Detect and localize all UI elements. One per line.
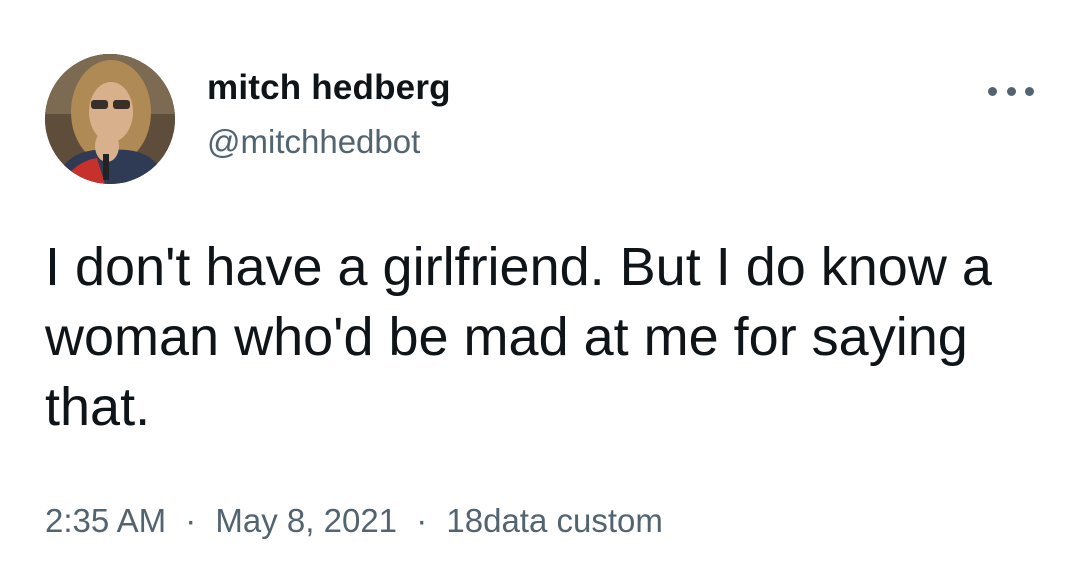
display-name[interactable]: mitch hedberg <box>207 68 451 108</box>
tweet-text: I don't have a girlfriend. But I do know… <box>45 237 992 437</box>
dot <box>1006 86 1016 96</box>
more-options-icon[interactable] <box>988 80 1034 102</box>
tweet-time[interactable]: 2:35 AM <box>45 502 166 539</box>
tweet-card: mitch hedberg @mitchhedbot I don't have … <box>0 0 1080 577</box>
tweet-metadata: 2:35 AM · May 8, 2021 · 18data custom <box>45 502 663 540</box>
user-handle[interactable]: @mitchhedbot <box>207 123 420 161</box>
dot <box>1025 86 1034 96</box>
tweet-source[interactable]: 18data custom <box>446 502 662 539</box>
profile-photo-icon <box>45 54 175 184</box>
dot <box>988 86 997 96</box>
separator: · <box>185 502 197 539</box>
separator: · <box>416 502 428 539</box>
avatar[interactable] <box>45 54 175 184</box>
tweet-date[interactable]: May 8, 2021 <box>215 502 397 539</box>
